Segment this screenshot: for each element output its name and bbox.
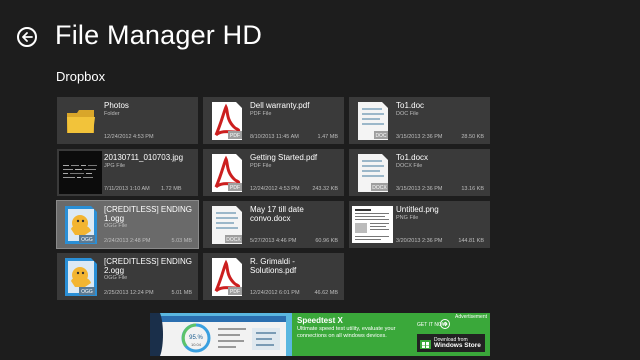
app-title: File Manager HD <box>55 20 263 50</box>
file-tile[interactable]: DOCX May 17 till date convo.docx 5/27/20… <box>203 201 344 248</box>
file-tile[interactable]: PDF Dell warranty.pdf PDF File 8/10/2013… <box>203 97 344 144</box>
file-type: PDF File <box>250 111 272 117</box>
file-tile[interactable]: DOC To1.doc DOC File 3/15/2013 2:36 PM 2… <box>349 97 490 144</box>
file-name: To1.doc <box>396 101 425 110</box>
file-tile[interactable]: PDF R. Grimaldi - Solutions.pdf 12/24/20… <box>203 253 344 300</box>
ad-banner[interactable]: 95.% 10.04 Advertisement Speedtest X Ult… <box>150 313 490 356</box>
ad-label: Advertisement <box>455 314 487 320</box>
ogg-icon: OGG <box>59 255 102 298</box>
file-type: OGG File <box>104 223 128 229</box>
ad-gauge-sub: 10.04 <box>191 342 202 347</box>
section-title: Dropbox <box>56 69 106 84</box>
back-arrow-icon <box>21 32 33 42</box>
file-size: 5.01 MB <box>171 290 192 296</box>
windows-store-icon <box>420 339 431 349</box>
file-date: 2/24/2013 2:48 PM <box>104 238 151 244</box>
file-date: 5/27/2013 4:46 PM <box>250 238 297 244</box>
file-badge: OGG <box>81 237 93 243</box>
windows-store-badge[interactable]: Download from Windows Store <box>417 334 485 352</box>
file-tile[interactable]: DOCX To1.docx DOCX File 3/15/2013 2:36 P… <box>349 149 490 196</box>
file-name: Photos <box>104 101 129 110</box>
ad-screenshot: 95.% 10.04 <box>150 313 292 356</box>
file-tile[interactable]: 20130711_010703.jpg JPG File 7/11/2013 1… <box>57 149 198 196</box>
file-date: 12/24/2012 4:53 PM <box>250 186 300 192</box>
png-thumbnail <box>351 203 394 246</box>
back-button[interactable] <box>17 27 37 47</box>
file-tile[interactable]: PDF Getting Started.pdf PDF File 12/24/2… <box>203 149 344 196</box>
file-name: Getting Started.pdf <box>250 153 318 162</box>
file-size: 60.96 KB <box>315 238 338 244</box>
file-size: 13.16 KB <box>461 186 484 192</box>
file-badge: PDF <box>230 133 240 139</box>
image-thumbnail <box>59 151 102 194</box>
folder-icon <box>59 99 102 142</box>
ad-title: Speedtest X <box>297 316 343 325</box>
file-name: May 17 till date convo.docx <box>250 205 304 223</box>
docx-icon: DOCX <box>351 151 394 194</box>
file-tile-selected[interactable]: OGG [CREDITLESS] ENDING 1.ogg OGG File 2… <box>56 200 199 249</box>
file-size: 28.50 KB <box>461 134 484 140</box>
file-name: [CREDITLESS] ENDING 2.ogg <box>104 257 193 275</box>
file-date: 3/15/2013 2:36 PM <box>396 186 443 192</box>
ad-panel[interactable]: Advertisement Speedtest X Ultimate speed… <box>292 313 490 356</box>
file-name: Untitled.png <box>396 205 439 214</box>
file-size: 243.32 KB <box>312 186 338 192</box>
file-date: 3/15/2013 2:36 PM <box>396 134 443 140</box>
file-name: 20130711_010703.jpg <box>104 153 184 162</box>
file-type: DOC File <box>396 111 419 117</box>
file-date: 7/11/2013 1:10 AM <box>104 186 150 192</box>
file-badge: DOCX <box>372 185 387 191</box>
pdf-icon: PDF <box>205 255 248 298</box>
ad-gauge-value: 95.% <box>189 335 203 341</box>
file-size: 5.03 MB <box>171 238 192 244</box>
file-size: 1.47 MB <box>317 134 338 140</box>
file-type: PNG File <box>396 215 419 221</box>
store-line-2: Windows Store <box>434 342 481 349</box>
pdf-icon: PDF <box>205 151 248 194</box>
file-date: 12/24/2012 4:53 PM <box>104 134 154 140</box>
file-size: 144.81 KB <box>458 238 484 244</box>
file-size: 46.62 MB <box>314 290 338 296</box>
file-name: To1.docx <box>396 153 429 162</box>
file-type: Folder <box>104 111 120 117</box>
file-type: JPG File <box>104 163 126 169</box>
docx-icon: DOCX <box>205 203 248 246</box>
ad-description: Ultimate speed test utility, evaluate yo… <box>297 326 396 339</box>
file-date: 12/24/2012 6:01 PM <box>250 290 300 296</box>
file-type: DOCX File <box>396 163 423 169</box>
file-name: [CREDITLESS] ENDING 1.ogg <box>104 205 193 223</box>
file-size: 1.72 MB <box>161 186 182 192</box>
arrow-right-icon[interactable] <box>440 319 450 329</box>
doc-icon: DOC <box>351 99 394 142</box>
file-date: 3/20/2013 2:36 PM <box>396 238 443 244</box>
file-badge: PDF <box>230 185 240 191</box>
file-tile[interactable]: OGG [CREDITLESS] ENDING 2.ogg OGG File 2… <box>57 253 198 300</box>
file-badge: PDF <box>230 289 240 295</box>
file-tile[interactable]: Photos Folder 12/24/2012 4:53 PM <box>57 97 198 144</box>
file-date: 8/10/2013 11:45 AM <box>250 134 299 140</box>
file-tile[interactable]: Untitled.png PNG File 3/20/2013 2:36 PM … <box>349 201 490 248</box>
pdf-icon: PDF <box>205 99 248 142</box>
file-name: Dell warranty.pdf <box>250 101 310 110</box>
file-date: 2/25/2013 12:24 PM <box>104 290 154 296</box>
file-badge: DOC <box>375 133 387 139</box>
ogg-icon: OGG <box>59 203 102 246</box>
file-badge: DOCX <box>226 237 241 243</box>
file-type: PDF File <box>250 163 272 169</box>
file-type: OGG File <box>104 275 128 281</box>
file-name: R. Grimaldi - Solutions.pdf <box>250 257 297 275</box>
file-badge: OGG <box>81 289 93 295</box>
